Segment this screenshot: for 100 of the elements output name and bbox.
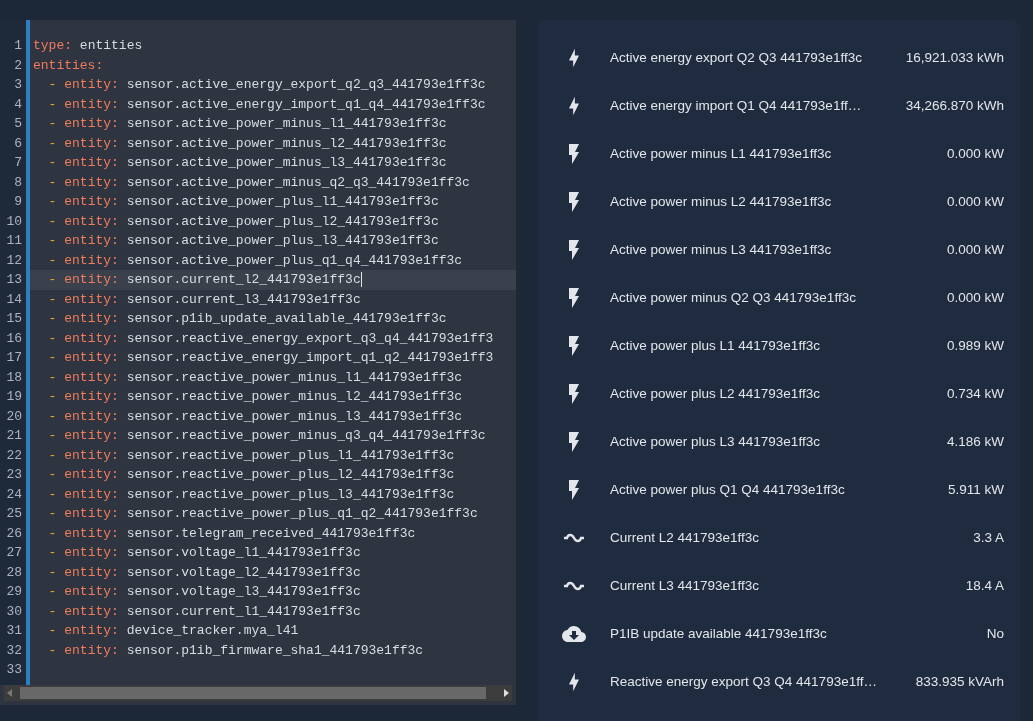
entity-state: 0.000 kW	[945, 240, 1004, 259]
line-number: 24	[5, 485, 23, 504]
entity-name[interactable]: Active power plus L3 441793e1ff3c	[610, 431, 820, 453]
yaml-key: entity:	[64, 545, 119, 560]
line-number: 11	[5, 232, 23, 250]
entity-state: 16,921.033 kWh	[904, 48, 1004, 67]
entity-state: 833.935 kVArh	[914, 672, 1004, 691]
list-dash: -	[48, 369, 57, 385]
yaml-key: entity:	[64, 350, 119, 365]
list-dash: -	[48, 389, 57, 404]
yaml-key: entity:	[64, 486, 119, 502]
yaml-value: sensor.active_power_minus_l2_441793e1ff3c	[126, 135, 447, 151]
entity-state: 5.911 kW	[946, 480, 1004, 499]
list-dash: -	[48, 428, 57, 443]
list-dash: -	[48, 545, 57, 560]
line-number: 17	[5, 349, 23, 367]
entity-name[interactable]: Active power plus Q1 Q4 441793e1ff3c	[610, 479, 845, 501]
entity-state: 3.3 A	[972, 528, 1004, 547]
entity-name[interactable]: Active power minus L3 441793e1ff3c	[610, 239, 832, 261]
yaml-key: entity:	[64, 272, 119, 287]
line-number: 28	[5, 563, 23, 582]
yaml-value: sensor.active_power_plus_q1_q4_441793e1ff3c	[126, 252, 463, 268]
yaml-value: sensor.reactive_power_plus_l3_441793e1ff3c	[126, 486, 455, 502]
list-dash: -	[48, 311, 57, 326]
line-number: 26	[5, 524, 23, 543]
list-dash: -	[48, 135, 57, 151]
entity-name[interactable]: Active power plus L2 441793e1ff3c	[610, 383, 820, 405]
yaml-value: sensor.current_l2_441793e1ff3c	[126, 272, 361, 287]
entity-name[interactable]: Active power minus L2 441793e1ff3c	[610, 191, 832, 213]
yaml-value: sensor.reactive_energy_export_q3_q4_441793e1ff3	[126, 330, 494, 346]
yaml-value: sensor.current_l1_441793e1ff3c	[126, 603, 361, 619]
yaml-key: entity:	[64, 525, 119, 541]
yaml-value: sensor.reactive_power_minus_l1_441793e1ff3c	[126, 369, 463, 385]
entity-state: No	[985, 624, 1004, 643]
line-number: 5	[13, 115, 23, 133]
list-dash: -	[48, 330, 57, 346]
entity-name[interactable]: Active power plus L1 441793e1ff3c	[610, 335, 820, 357]
yaml-value: sensor.active_energy_import_q1_q4_441793e1ff3c	[126, 96, 486, 112]
yaml-value: device_tracker.mya_l41	[126, 623, 299, 638]
yaml-key: entity:	[64, 603, 119, 619]
entity-state: 0.000 kW	[945, 192, 1004, 211]
yaml-key: entity:	[64, 564, 119, 580]
line-number: 1	[13, 37, 23, 55]
list-dash: -	[48, 213, 57, 229]
yaml-value: entities	[79, 38, 143, 53]
yaml-key: entity:	[64, 369, 119, 385]
yaml-key: entity:	[64, 174, 119, 190]
entity-name[interactable]: Current L3 441793e1ff3c	[610, 575, 760, 597]
yaml-key: entity:	[64, 96, 119, 112]
list-dash: -	[48, 252, 57, 268]
entity-name[interactable]: P1IB update available 441793e1ff3c	[610, 623, 827, 645]
list-dash: -	[48, 467, 57, 482]
line-number: 14	[5, 290, 23, 309]
entity-name[interactable]: Reactive energy export Q3 Q4 441793e1ff…	[610, 671, 877, 693]
line-number: 32	[5, 641, 23, 660]
line-number: 29	[5, 583, 23, 601]
entity-state: 34,266.870 kWh	[904, 96, 1004, 115]
line-number: 9	[13, 193, 23, 211]
line-number: 4	[13, 95, 23, 114]
text-cursor	[360, 272, 362, 288]
yaml-value: sensor.reactive_power_plus_q1_q2_441793e1ff3c	[126, 506, 478, 521]
yaml-value: sensor.telegram_received_441793e1ff3c	[126, 525, 416, 541]
yaml-value: sensor.p1ib_update_available_441793e1ff3c	[126, 311, 447, 326]
line-number: 22	[5, 446, 23, 465]
yaml-value: sensor.reactive_energy_import_q1_q2_441793e1ff3	[126, 350, 494, 365]
yaml-value: sensor.active_power_plus_l1_441793e1ff3c	[126, 194, 439, 209]
entity-name[interactable]: Active energy import Q1 Q4 441793e1ff…	[610, 95, 862, 117]
yaml-key: entity:	[64, 116, 119, 131]
yaml-key: entity:	[64, 252, 119, 268]
line-number: 27	[5, 544, 23, 562]
yaml-key: entity:	[64, 135, 119, 151]
line-number: 16	[5, 329, 23, 348]
yaml-value: sensor.reactive_power_minus_l2_441793e1ff3c	[126, 389, 463, 404]
line-number: 21	[5, 427, 23, 445]
entity-name[interactable]: Current L2 441793e1ff3c	[610, 527, 760, 549]
entity-state: 4.186 kW	[945, 432, 1004, 451]
yaml-key: entity:	[64, 311, 119, 326]
list-dash: -	[48, 408, 57, 424]
list-dash: -	[48, 506, 57, 521]
line-number: 23	[5, 466, 23, 484]
horizontal-scrollbar[interactable]	[4, 685, 512, 701]
line-number: 30	[5, 602, 23, 621]
line-number: 19	[5, 388, 23, 406]
yaml-value: sensor.p1ib_firmware_sha1_441793e1ff3c	[126, 642, 424, 658]
entity-name[interactable]: Active power minus L1 441793e1ff3c	[610, 143, 832, 165]
list-dash: -	[48, 116, 57, 131]
yaml-key: entity:	[64, 291, 119, 307]
line-number: 13	[5, 271, 23, 289]
line-number: 2	[13, 56, 23, 75]
list-dash: -	[48, 564, 57, 580]
entity-name[interactable]: Active power minus Q2 Q3 441793e1ff3c	[610, 287, 856, 309]
list-dash: -	[48, 272, 57, 287]
list-dash: -	[48, 291, 57, 307]
scrollbar-thumb[interactable]	[20, 687, 486, 699]
entity-name[interactable]: Active energy export Q2 Q3 441793e1ff3c	[610, 47, 862, 69]
yaml-key: entity:	[64, 447, 119, 463]
line-number: 18	[5, 368, 23, 387]
yaml-value: sensor.active_energy_export_q2_q3_441793e1ff3c	[126, 77, 486, 92]
code-editor[interactable]	[0, 20, 516, 705]
yaml-key: entity:	[64, 233, 119, 248]
